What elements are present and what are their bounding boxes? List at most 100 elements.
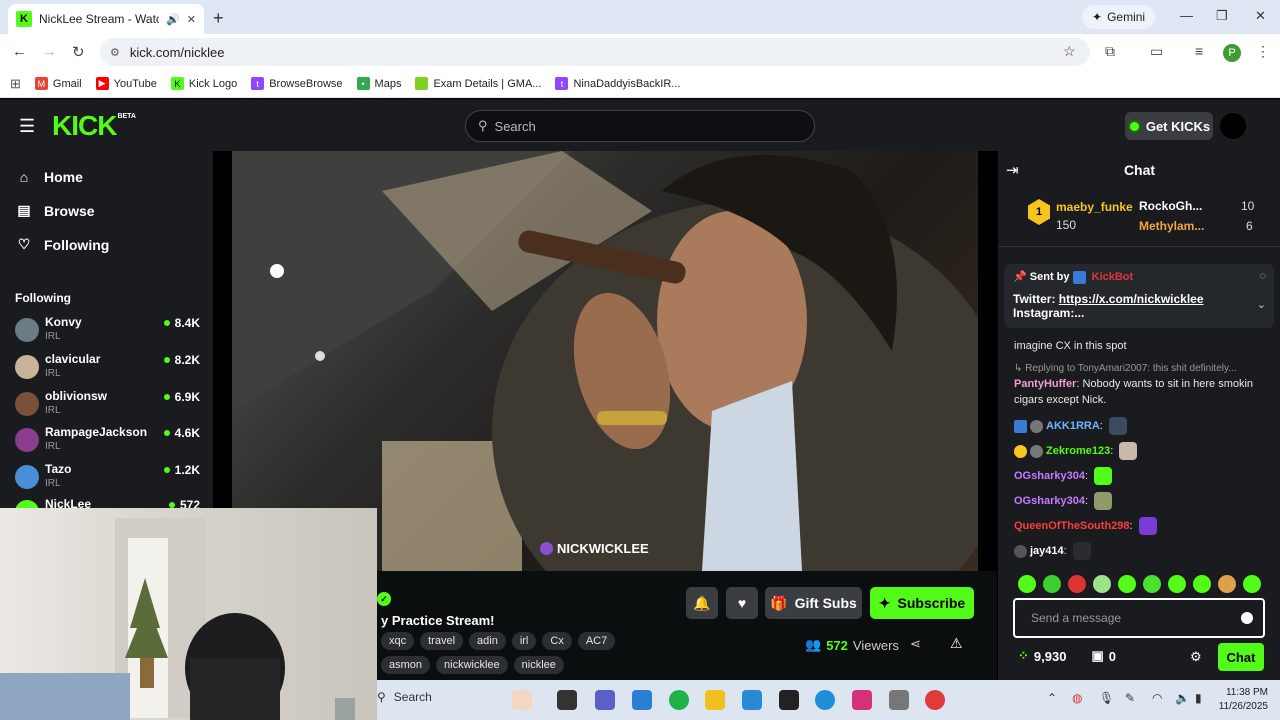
send-chat-button[interactable]: Chat <box>1218 643 1264 671</box>
hamburger-menu-icon[interactable]: ☰ <box>19 116 35 137</box>
file-explorer-icon[interactable] <box>705 690 725 710</box>
collapse-chat-icon[interactable]: ⇥ <box>1006 161 1019 179</box>
search-input[interactable]: ⚲ Search <box>465 110 815 142</box>
widget-icon[interactable] <box>512 690 532 710</box>
user-avatar[interactable] <box>1220 113 1246 139</box>
subscribe-button[interactable]: ✦ Subscribe <box>870 587 974 619</box>
bookmark-star-icon[interactable]: ☆ <box>1063 43 1076 60</box>
extensions-icon[interactable]: ⧉ <box>1105 43 1115 60</box>
new-tab-button[interactable]: + <box>213 8 224 29</box>
calculator-icon[interactable] <box>632 690 652 710</box>
window-close-button[interactable]: ✕ <box>1255 8 1266 24</box>
sidebar-item-browse[interactable]: ▤ Browse <box>16 202 94 219</box>
bookmark-youtube[interactable]: ▶ YouTube <box>95 77 157 90</box>
gifter-name[interactable]: maeby_funke <box>1056 200 1133 214</box>
share-icon[interactable]: ⋖ <box>910 636 921 652</box>
followed-channel[interactable]: oblivionsw IRL 6.9K <box>15 389 200 423</box>
chat-message-input[interactable]: Send a message <box>1013 598 1265 638</box>
followed-channel[interactable]: Tazo IRL 1.2K <box>15 462 200 496</box>
notification-bell-button[interactable]: 🔔 <box>686 587 718 619</box>
apps-icon[interactable]: ⊞ <box>10 76 21 92</box>
emote-icon[interactable] <box>1093 575 1111 593</box>
speaker-icon[interactable]: 🔊 <box>166 13 180 26</box>
profile-avatar[interactable]: P <box>1223 44 1241 62</box>
browser-tab[interactable]: K NickLee Stream - Watch Liv 🔊 ✕ <box>8 4 204 34</box>
emote-icon[interactable] <box>1118 575 1136 593</box>
gemini-button[interactable]: ✦ Gemini <box>1082 5 1156 29</box>
maximize-button[interactable]: ❐ <box>1216 8 1228 24</box>
tag[interactable]: nicklee <box>513 656 564 674</box>
instagram-icon[interactable] <box>852 690 872 710</box>
chevron-up-icon[interactable]: ⌃ <box>1047 691 1057 705</box>
microphone-icon[interactable]: 🎙 <box>1099 691 1114 705</box>
expand-chevron-icon[interactable]: ⌄ <box>1257 298 1266 311</box>
chat-settings-icon[interactable]: ⚙ <box>1190 649 1202 665</box>
pinned-link[interactable]: https://x.com/nickwicklee <box>1059 292 1204 306</box>
back-icon[interactable]: ← <box>12 43 27 60</box>
tag[interactable]: xqc <box>381 632 415 650</box>
reload-icon[interactable]: ↻ <box>72 43 85 61</box>
tray-app-icon[interactable]: ◍ <box>1072 691 1082 705</box>
volume-icon[interactable]: 🔈 <box>1175 691 1190 705</box>
edge-icon[interactable] <box>815 690 835 710</box>
followed-channel[interactable]: clavicular IRL 8.2K <box>15 352 200 386</box>
gift-subs-button[interactable]: 🎁 Gift Subs <box>765 587 862 619</box>
taskbar-clock[interactable]: 11:38 PM 11/26/2025 <box>1219 686 1268 714</box>
bookmark-maps[interactable]: • Maps <box>356 77 401 90</box>
emote-icon[interactable] <box>1193 575 1211 593</box>
pinned-message[interactable]: 📌 Sent by KickBot Twitter: https://x.com… <box>1004 264 1274 328</box>
app-icon[interactable] <box>742 690 762 710</box>
bookmark-browsebrowse[interactable]: t BrowseBrowse <box>251 77 343 90</box>
tag[interactable]: adin <box>469 632 506 650</box>
teams-icon[interactable] <box>595 690 615 710</box>
emote-icon[interactable] <box>1143 575 1161 593</box>
media-icon[interactable]: ≡ <box>1195 43 1203 59</box>
followed-channel[interactable]: Konvy IRL 8.4K <box>15 315 200 349</box>
dropbox-icon[interactable] <box>779 690 799 710</box>
tag[interactable]: nickwicklee <box>436 656 508 674</box>
taskbar-search[interactable]: ⚲ Search <box>377 690 432 704</box>
bookmark-kick-logo[interactable]: K Kick Logo <box>170 77 237 90</box>
emote-icon[interactable] <box>1043 575 1061 593</box>
emote-icon[interactable] <box>1018 575 1036 593</box>
close-tab-icon[interactable]: ✕ <box>187 13 196 26</box>
bookmark-gmail[interactable]: M Gmail <box>34 77 82 90</box>
emote-icon[interactable] <box>1068 575 1086 593</box>
tag[interactable]: Cx <box>542 632 572 650</box>
sidebar-item-following[interactable]: ♡ Following <box>16 236 110 253</box>
forward-icon[interactable]: → <box>42 43 57 60</box>
gifter-name[interactable]: RockoGh... <box>1139 199 1202 213</box>
gifter-name[interactable]: Methylam... <box>1139 219 1204 233</box>
follow-heart-button[interactable]: ♥ <box>726 587 758 619</box>
kick-logo[interactable]: KICKBETA <box>52 110 136 142</box>
get-kicks-button[interactable]: Get KICKs <box>1125 112 1213 140</box>
hide-pin-icon[interactable]: ◌ <box>1259 270 1266 282</box>
minimize-button[interactable]: — <box>1180 8 1193 23</box>
tag[interactable]: AC7 <box>577 632 616 650</box>
battery-icon[interactable]: ▮ <box>1195 691 1202 705</box>
emote-icon[interactable] <box>1243 575 1261 593</box>
channel-points[interactable]: ⁘ 9,930 ▣ 0 <box>1018 648 1116 664</box>
tag[interactable]: irl <box>511 632 537 650</box>
bookmark-ninadaddy[interactable]: t NinaDaddyisBackIR... <box>555 77 680 90</box>
tag[interactable]: asmon <box>381 656 431 674</box>
settings-icon[interactable] <box>889 690 909 710</box>
task-view-icon[interactable] <box>557 690 577 710</box>
tag[interactable]: travel <box>420 632 464 650</box>
emote-icon[interactable] <box>1168 575 1186 593</box>
taskbar: ⚲ Search ⌃ ◍ 🎙 ✎ ◠ 🔈 ▮ 11:38 PM 11/26/20… <box>377 680 1280 720</box>
chrome-icon[interactable] <box>669 690 689 710</box>
app-icon[interactable] <box>925 690 945 710</box>
cast-icon[interactable]: ▭ <box>1150 43 1163 60</box>
report-warning-icon[interactable]: ⚠ <box>950 635 963 652</box>
sidebar-item-home[interactable]: ⌂ Home <box>16 169 83 185</box>
menu-icon[interactable]: ⋮ <box>1256 43 1270 60</box>
emote-icon[interactable] <box>1218 575 1236 593</box>
pen-icon[interactable]: ✎ <box>1125 691 1135 705</box>
site-info-icon[interactable]: ⚙ <box>110 46 120 59</box>
bookmark-exam-details[interactable]: Exam Details | GMA... <box>415 77 541 90</box>
address-bar[interactable]: ⚙ kick.com/nicklee <box>100 38 1090 66</box>
emoji-picker-icon[interactable] <box>1241 612 1253 624</box>
followed-channel[interactable]: RampageJackson IRL 4.6K <box>15 425 200 459</box>
wifi-icon[interactable]: ◠ <box>1152 691 1162 705</box>
